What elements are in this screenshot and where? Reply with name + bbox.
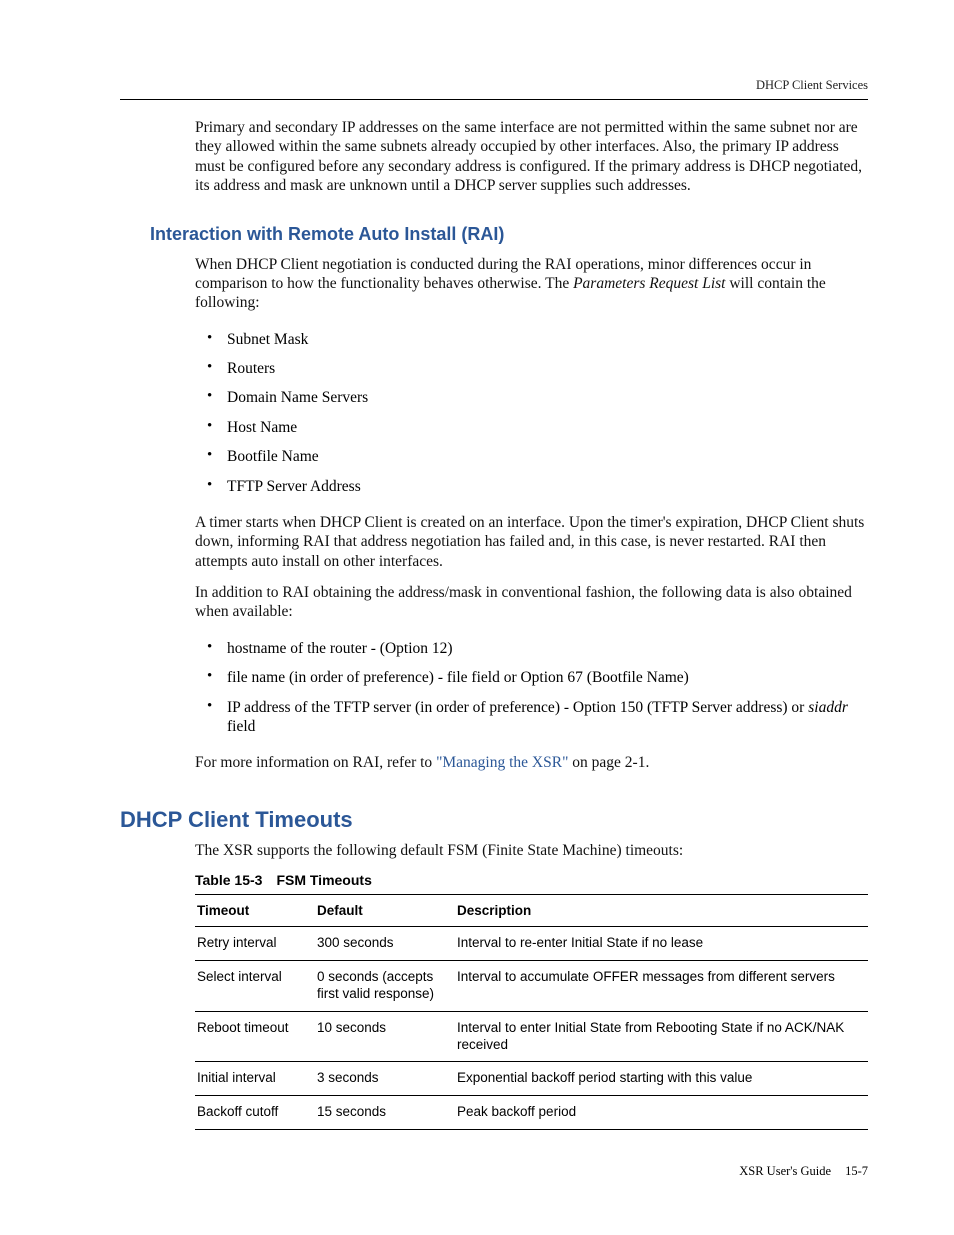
table-row: Backoff cutoff 15 seconds Peak backoff p… [195,1096,868,1130]
li-text-a: IP address of the TFTP server (in order … [227,699,808,716]
table-header-row: Timeout Default Description [195,895,868,927]
th-description: Description [455,895,868,927]
cell-default: 0 seconds (accepts first valid response) [315,960,455,1011]
rai-block: When DHCP Client negotiation is conducte… [195,255,868,773]
intro-block: Primary and secondary IP addresses on th… [195,118,868,196]
fsm-table: Timeout Default Description Retry interv… [195,894,868,1130]
th-default: Default [315,895,455,927]
table-row: Select interval 0 seconds (accepts first… [195,960,868,1011]
footer-guide: XSR User's Guide [739,1164,831,1178]
cell-default: 300 seconds [315,927,455,961]
cell-desc: Exponential backoff period starting with… [455,1062,868,1096]
cell-default: 15 seconds [315,1096,455,1130]
rai-p4-a: For more information on RAI, refer to [195,754,436,771]
table-caption: Table 15-3 FSM Timeouts [195,872,868,888]
li-text-i: siaddr [808,699,848,716]
cell-desc: Peak backoff period [455,1096,868,1130]
heading-rai: Interaction with Remote Auto Install (RA… [150,224,868,245]
list-item: file name (in order of preference) - fil… [195,663,868,692]
footer-page: 15-7 [845,1164,868,1178]
cell-desc: Interval to accumulate OFFER messages fr… [455,960,868,1011]
list-item: hostname of the router - (Option 12) [195,634,868,663]
list-item: IP address of the TFTP server (in order … [195,693,868,742]
intro-paragraph: Primary and secondary IP addresses on th… [195,118,868,196]
table-row: Initial interval 3 seconds Exponential b… [195,1062,868,1096]
rai-list-1: Subnet Mask Routers Domain Name Servers … [195,325,868,501]
cell-desc: Interval to re-enter Initial State if no… [455,927,868,961]
rai-p1-i: Parameters Request List [573,275,725,292]
cell-timeout: Retry interval [195,927,315,961]
cell-default: 3 seconds [315,1062,455,1096]
table-row: Retry interval 300 seconds Interval to r… [195,927,868,961]
cell-timeout: Initial interval [195,1062,315,1096]
cell-desc: Interval to enter Initial State from Reb… [455,1011,868,1062]
cell-default: 10 seconds [315,1011,455,1062]
heading-timeouts: DHCP Client Timeouts [120,807,868,833]
rai-p4-link[interactable]: "Managing the XSR" [436,754,568,771]
li-text-b: field [227,718,255,735]
cell-timeout: Select interval [195,960,315,1011]
rai-p2: A timer starts when DHCP Client is creat… [195,513,868,571]
page-footer: XSR User's Guide 15-7 [739,1164,868,1179]
list-item: Bootfile Name [195,442,868,471]
list-item: Routers [195,354,868,383]
list-item: Host Name [195,413,868,442]
rai-p1: When DHCP Client negotiation is conducte… [195,255,868,313]
rai-p4-b: on page 2-1. [568,754,649,771]
cell-timeout: Backoff cutoff [195,1096,315,1130]
table-title: FSM Timeouts [276,872,371,888]
table-number: Table 15-3 [195,872,262,888]
list-item: TFTP Server Address [195,472,868,501]
cell-timeout: Reboot timeout [195,1011,315,1062]
th-timeout: Timeout [195,895,315,927]
timeouts-block: The XSR supports the following default F… [195,841,868,1131]
page: DHCP Client Services Primary and seconda… [0,0,954,1235]
list-item: Subnet Mask [195,325,868,354]
table-row: Reboot timeout 10 seconds Interval to en… [195,1011,868,1062]
timeouts-intro: The XSR supports the following default F… [195,841,868,860]
header-rule [120,99,868,100]
rai-p4: For more information on RAI, refer to "M… [195,753,868,772]
rai-list-2: hostname of the router - (Option 12) fil… [195,634,868,742]
running-header: DHCP Client Services [120,78,868,93]
list-item: Domain Name Servers [195,383,868,412]
rai-p3: In addition to RAI obtaining the address… [195,583,868,622]
